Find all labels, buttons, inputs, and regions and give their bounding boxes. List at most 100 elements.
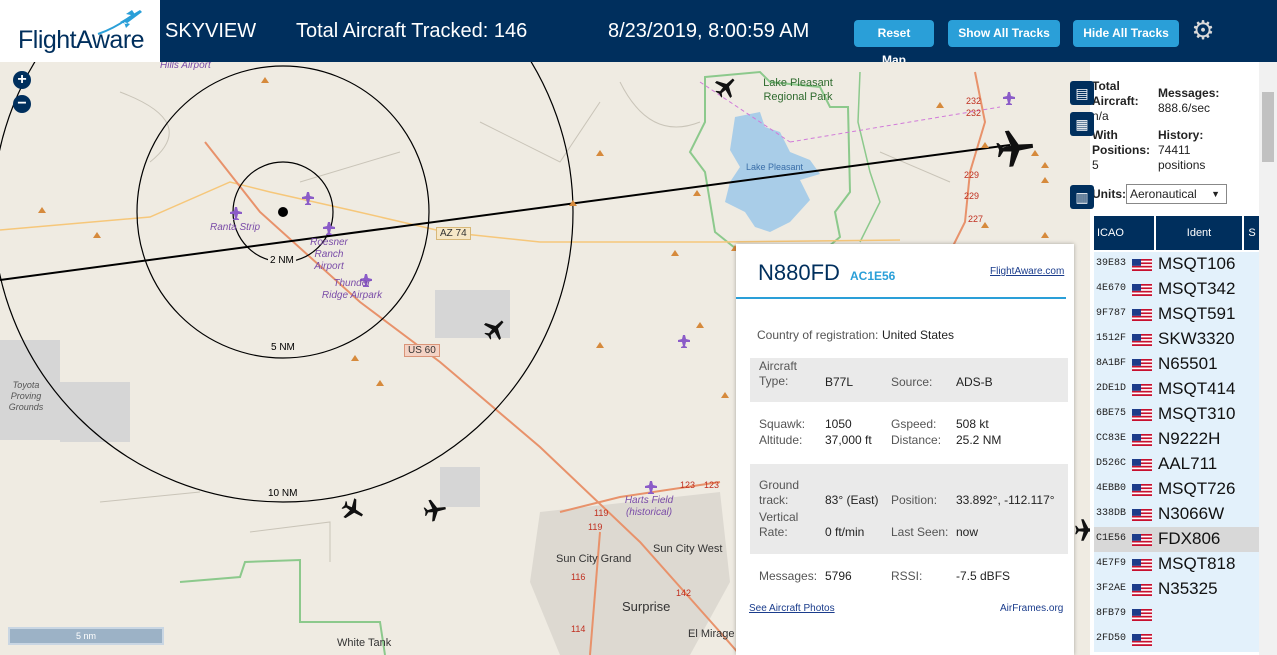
history-stat: History: 74411 positions (1158, 128, 1206, 172)
flightaware-logo[interactable]: FlightAware (0, 0, 160, 62)
road-number: 227 (968, 214, 984, 224)
reset-map-button[interactable]: Reset Map (854, 20, 934, 67)
row-icao: 4E670 (1096, 283, 1127, 294)
row-icao: 3F2AE (1096, 583, 1127, 594)
aircraft-icon (1075, 519, 1090, 541)
popup-hex[interactable]: AC1E56 (850, 269, 895, 283)
airport-label: Harts Field (historical) (624, 495, 674, 518)
table-row[interactable]: CC83E N9222H (1094, 427, 1260, 453)
scrollbar[interactable] (1259, 62, 1277, 655)
table-row[interactable]: 338DB N3066W (1094, 502, 1260, 528)
zoom-out-button[interactable]: − (13, 95, 31, 113)
show-all-tracks-button[interactable]: Show All Tracks (948, 20, 1060, 47)
scrollbar-thumb[interactable] (1262, 92, 1274, 162)
row-ident: MSQT342 (1158, 279, 1236, 298)
table-row[interactable]: 8FB79 (1094, 602, 1260, 628)
total-aircraft-stat: Total Aircraft: n/a (1092, 79, 1139, 123)
row-ident: N65501 (1158, 354, 1218, 373)
airport-label: Roesner Ranch Airport (310, 237, 348, 272)
popup-callsign: N880FD (758, 260, 840, 285)
column-header-ident[interactable]: Ident (1156, 216, 1242, 250)
row-ident: MSQT818 (1158, 554, 1236, 573)
aircraft-info-popup: N880FD AC1E56 FlightAware.com Country of… (736, 244, 1074, 655)
table-row[interactable]: 6BE75 MSQT310 (1094, 402, 1260, 428)
us-flag-icon (1132, 434, 1152, 446)
table-row[interactable]: 4E670 MSQT342 (1094, 277, 1260, 303)
aircraft-icon (341, 498, 363, 519)
row-icao: 2FD50 (1096, 633, 1127, 644)
app-name: SKYVIEW (165, 20, 257, 42)
us-flag-icon (1132, 559, 1152, 571)
place-label: Sun City West (653, 543, 723, 555)
zoom-in-button[interactable]: + (13, 71, 31, 89)
us-flag-icon (1132, 609, 1152, 621)
column-header-squawk[interactable]: S (1244, 216, 1260, 250)
us-flag-icon (1132, 384, 1152, 396)
row-icao: 4E7F9 (1096, 558, 1127, 569)
table-row[interactable]: 1512F SKW3320 (1094, 327, 1260, 353)
units-select[interactable]: Aeronautical ▼ (1126, 184, 1227, 204)
road-number: 119 (588, 522, 603, 532)
row-ident: MSQT414 (1158, 379, 1236, 398)
table-row[interactable]: D526C AAL711 (1094, 452, 1260, 478)
place-label: El Mirage (688, 628, 735, 640)
place-label: White Tank (337, 637, 392, 649)
gear-icon[interactable]: ⚙ (1190, 17, 1216, 43)
row-icao: 4EBB0 (1096, 483, 1127, 494)
airport-label: Hills Airport (160, 62, 211, 71)
road-number: 123 (680, 480, 696, 490)
place-label: Lake Pleasant Regional Park (763, 77, 833, 103)
columns-icon[interactable]: ▥ (1070, 185, 1094, 209)
road-label: AZ 74 (436, 227, 471, 240)
map-layers-icon[interactable]: ▤ (1070, 81, 1094, 105)
row-ident: AAL711 (1158, 454, 1218, 473)
table-row[interactable]: 8A1BF N65501 (1094, 352, 1260, 378)
total-tracked: Total Aircraft Tracked: 146 (296, 20, 528, 42)
us-flag-icon (1132, 584, 1152, 596)
us-flag-icon (1132, 309, 1152, 321)
table-row[interactable]: 39E83 MSQT106 (1094, 252, 1260, 278)
column-header-icao[interactable]: ICAO (1094, 216, 1133, 250)
place-label: Sun City Grand (556, 553, 632, 565)
row-ident: MSQT591 (1158, 304, 1236, 323)
row-ident: SKW3320 (1158, 329, 1235, 348)
row-ident: MSQT106 (1158, 254, 1236, 273)
road-number: 229 (964, 170, 980, 180)
row-icao: D526C (1096, 458, 1127, 469)
us-flag-icon (1132, 509, 1152, 521)
airframes-link[interactable]: AirFrames.org (1000, 603, 1063, 614)
road-number: 119 (594, 508, 609, 518)
divider (736, 297, 1066, 299)
table-row[interactable]: 9F787 MSQT591 (1094, 302, 1260, 328)
aircraft-photos-link[interactable]: See Aircraft Photos (749, 603, 835, 614)
table-row[interactable]: 4EBB0 MSQT726 (1094, 477, 1260, 503)
flightaware-link[interactable]: FlightAware.com (990, 266, 1064, 277)
range-label: 2 NM (268, 255, 296, 266)
us-flag-icon (1132, 484, 1152, 496)
track-position-section: Ground track: 83° (East) Position: 33.89… (750, 464, 1068, 554)
hide-all-tracks-button[interactable]: Hide All Tracks (1073, 20, 1179, 47)
road-number: 116 (571, 572, 586, 582)
row-icao: 338DB (1096, 508, 1127, 519)
grid-icon[interactable]: ▦ (1070, 112, 1094, 136)
place-label: Lake Pleasant (746, 162, 804, 172)
us-flag-icon (1132, 534, 1152, 546)
row-icao: 8FB79 (1096, 608, 1127, 619)
table-row[interactable]: 2DE1D MSQT414 (1094, 377, 1260, 403)
row-icao: 1512F (1096, 333, 1127, 344)
table-row[interactable]: 4E7F9 MSQT818 (1094, 552, 1260, 578)
row-icao: C1E56 (1096, 533, 1127, 544)
table-row[interactable]: 2FD50 (1094, 627, 1260, 653)
column-header-flag[interactable] (1132, 216, 1154, 250)
row-ident: MSQT310 (1158, 404, 1236, 423)
chevron-down-icon: ▼ (1211, 189, 1220, 199)
table-row[interactable]: C1E56 FDX806 (1094, 527, 1260, 553)
road-label: US 60 (404, 344, 440, 357)
aircraft-icon (996, 130, 1034, 167)
road-number: 114 (571, 624, 586, 634)
airport-label: Thunder Ridge Airpark (321, 278, 383, 301)
scale-bar: 5 nm (8, 627, 164, 645)
country-row: Country of registration: United States (757, 328, 955, 342)
table-row[interactable]: 3F2AE N35325 (1094, 577, 1260, 603)
us-flag-icon (1132, 284, 1152, 296)
